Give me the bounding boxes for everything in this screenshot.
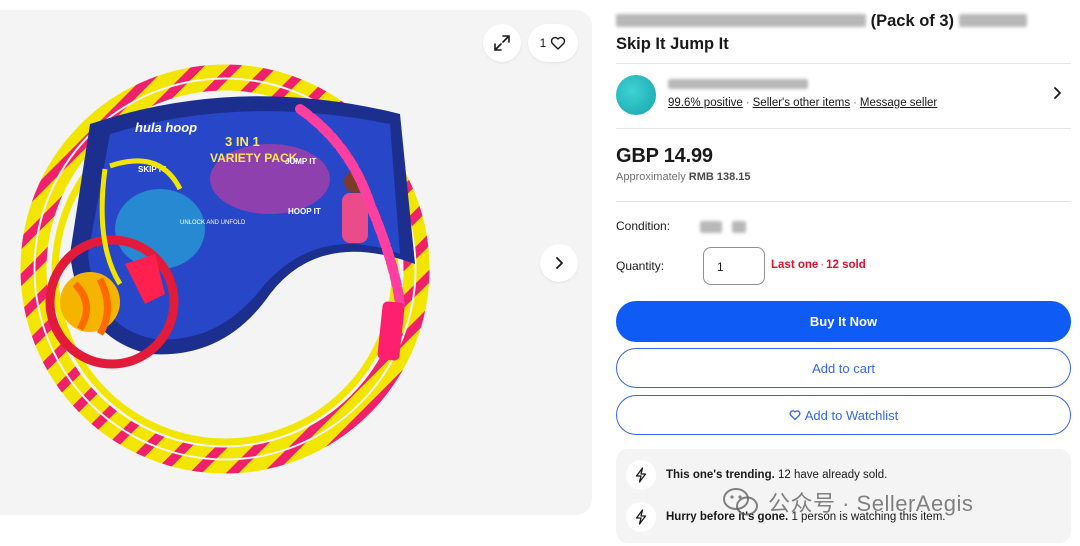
image-gallery: hula hoop 3 IN 1 VARIETY PACK SKIP IT JU… (0, 10, 592, 515)
listing-title: (Pack of 3) Skip It Jump It (616, 10, 1056, 56)
pack-headline-1: 3 IN 1 (225, 134, 260, 149)
redacted-text (616, 14, 866, 27)
seller-links: 99.6% positive · Seller's other items · Mess… (668, 97, 937, 109)
expand-icon (494, 35, 510, 51)
listing-title-line2: Skip It Jump It (616, 35, 729, 53)
separator: · (820, 259, 825, 271)
stock-status: Last one · 12 sold (771, 259, 866, 271)
message-seller-link[interactable]: Message seller (860, 97, 937, 109)
buy-it-now-label: Buy It Now (809, 314, 878, 329)
trending-detail: 12 have already sold. (778, 469, 888, 481)
chevron-right-icon (556, 257, 563, 269)
divider (616, 128, 1071, 129)
seller-other-items-link[interactable]: Seller's other items (753, 97, 850, 109)
expand-button[interactable] (483, 24, 521, 62)
seller-card[interactable]: 99.6% positive · Seller's other items · Mess… (616, 75, 1071, 117)
quantity-input[interactable]: 1 (703, 247, 765, 285)
trending-text: This one's trending. 12 have already sol… (666, 469, 887, 481)
seller-feedback-link[interactable]: 99.6% positive (668, 97, 743, 109)
approx-value: RMB 138.15 (688, 171, 751, 183)
add-to-watchlist-button[interactable]: Add to Watchlist (616, 395, 1071, 435)
product-image[interactable]: hula hoop 3 IN 1 VARIETY PACK SKIP IT JU… (20, 54, 460, 484)
redacted-text (700, 221, 722, 233)
separator: · (853, 97, 857, 109)
seller-avatar[interactable] (616, 75, 656, 115)
chevron-right-icon[interactable] (1051, 85, 1065, 101)
add-to-cart-label: Add to cart (812, 360, 875, 376)
approx-price: Approximately RMB 138.15 (616, 171, 751, 183)
lightning-icon (626, 502, 656, 532)
pack-hoop-it: HOOP IT (288, 207, 321, 216)
watermark: 公众号 · SellerAegis (722, 484, 973, 520)
seller-name-redacted[interactable] (668, 79, 808, 89)
watch-count: 1 (539, 36, 547, 50)
redacted-text (732, 221, 747, 233)
add-to-cart-button[interactable]: Add to cart (616, 348, 1071, 388)
separator: · (745, 97, 750, 109)
redacted-text (958, 14, 1027, 27)
quantity-label: Quantity: (616, 259, 665, 273)
last-one-text: Last one (771, 259, 819, 271)
next-image-button[interactable] (540, 244, 578, 282)
approx-label: Approximately (616, 171, 686, 183)
watermark-text: 公众号 · SellerAegis (768, 491, 974, 516)
watch-count-button[interactable]: 1 (528, 24, 578, 62)
wechat-icon (723, 488, 758, 516)
divider (616, 63, 1071, 64)
lightning-icon (626, 460, 656, 490)
listing-title-visible: (Pack of 3) (870, 12, 955, 30)
add-to-watchlist-label: Add to Watchlist (804, 407, 899, 423)
pack-note: UNLOCK AND UNFOLD (180, 220, 246, 226)
heart-icon (789, 410, 801, 421)
pack-jump-it: JUMP IT (285, 157, 317, 166)
heart-icon (551, 36, 566, 50)
sold-count: 12 sold (826, 259, 866, 271)
condition-value-redacted (700, 219, 750, 233)
pack-brand: hula hoop (135, 120, 197, 135)
condition-label: Condition: (616, 219, 671, 233)
buy-it-now-button[interactable]: Buy It Now (616, 301, 1071, 342)
price: GBP 14.99 (616, 145, 713, 167)
divider (616, 201, 1071, 202)
trending-bold: This one's trending. (666, 469, 775, 481)
